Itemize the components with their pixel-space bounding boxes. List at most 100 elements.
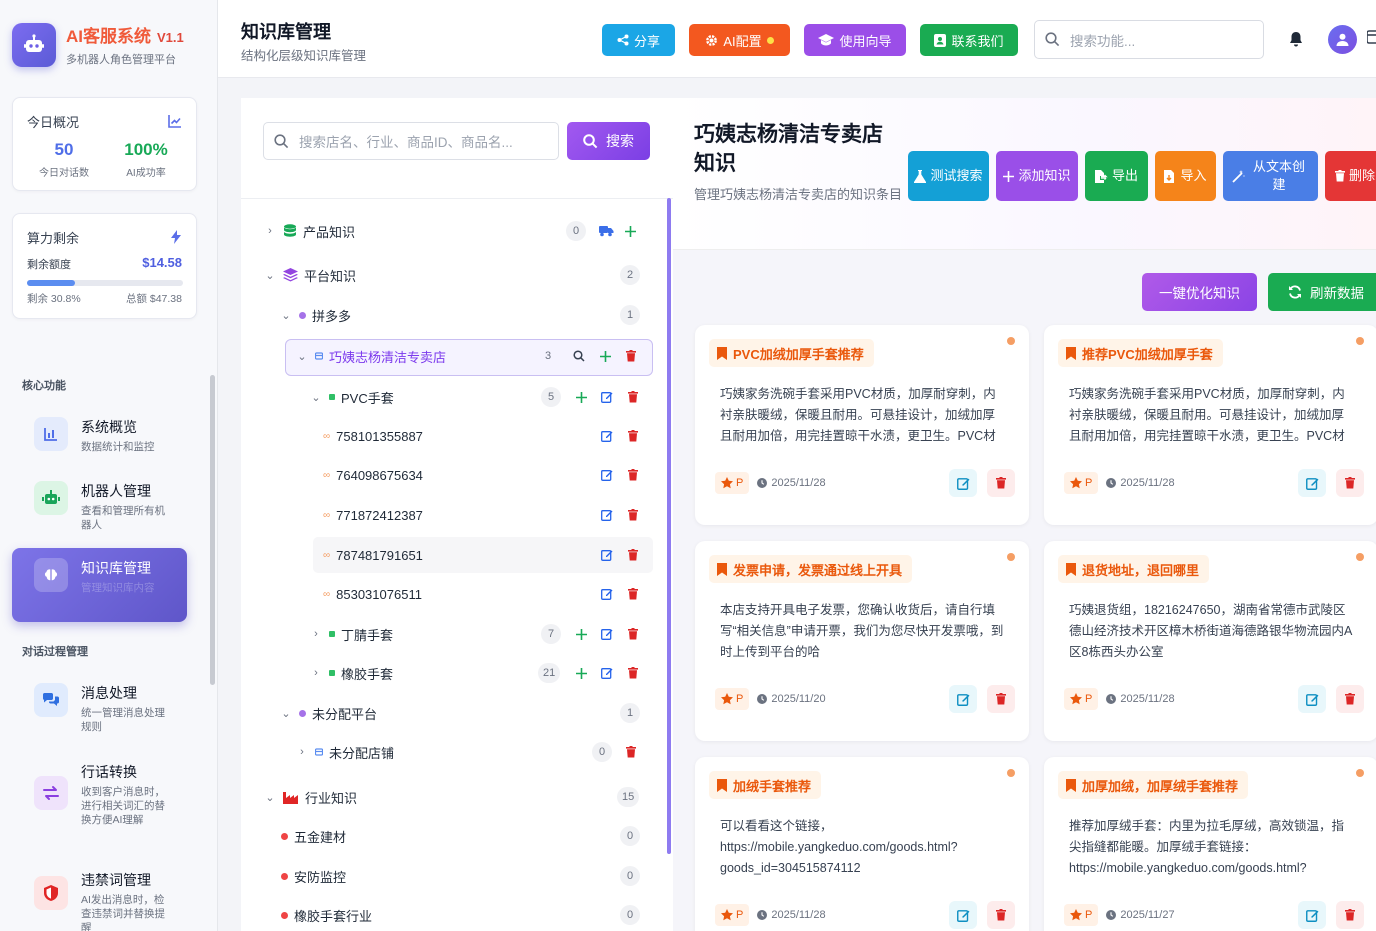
trash-icon[interactable] [625, 665, 641, 681]
user-avatar[interactable] [1328, 25, 1357, 54]
share-button[interactable]: 分享 [602, 24, 675, 56]
add-knowledge-button[interactable]: 添加知识 [996, 151, 1078, 201]
chart-bar-icon [34, 417, 68, 451]
trash-icon[interactable] [625, 428, 641, 444]
knowledge-body: 巧姨家务洗碗手套采用PVC材质，加厚耐穿刺，内衬亲肤暖绒，保暖且耐用。可悬挂设计… [1069, 387, 1345, 443]
edit-icon[interactable] [599, 547, 615, 563]
edit-icon[interactable] [599, 507, 615, 523]
truck-icon[interactable] [598, 223, 614, 239]
tree-node-label: 安防监控 [294, 869, 347, 885]
add-icon[interactable] [597, 348, 613, 364]
add-icon[interactable] [573, 389, 589, 405]
clock-icon [757, 694, 768, 704]
tree-node-product-id[interactable]: ∞ 853031076511 [323, 582, 653, 606]
nav-item-jargon[interactable]: 行话转换 收到客户消息时，进行相关词汇的替换方便AI理解 [12, 752, 187, 837]
tree-node-industry-item[interactable]: 橡胶手套行业 0 [281, 903, 653, 927]
trash-icon[interactable] [625, 389, 641, 405]
test-search-button[interactable]: 测试搜索 [908, 151, 989, 201]
delete-knowledge-button[interactable] [987, 469, 1015, 497]
trash-icon[interactable] [625, 547, 641, 563]
knowledge-title: 退货地址，退回哪里 [1082, 562, 1200, 578]
optimize-knowledge-button[interactable]: 一键优化知识 [1142, 273, 1257, 311]
knowledge-body: 本店支持开具电子发票，您确认收货后，请自行填写“相关信息”申请开票，我们为您尽快… [720, 603, 1004, 659]
tree-search-button[interactable]: 搜索 [567, 122, 650, 160]
status-dot [1007, 553, 1015, 561]
chart-line-icon [168, 114, 182, 128]
nav-item-knowledge[interactable]: 知识库管理 管理知识库内容 [12, 548, 187, 622]
tree-node-product-id[interactable]: ∞ 787481791651 [323, 543, 653, 567]
knowledge-card[interactable]: 加厚加绒，加厚绒手套推荐 推荐加厚绒手套：内里为拉毛厚绒，高效锁温，指尖指缝都能… [1044, 757, 1376, 931]
trash-icon[interactable] [625, 626, 641, 642]
tree-node-xiangjiao[interactable]: › 橡胶手套 21 [309, 661, 653, 685]
tree-scrollbar[interactable] [667, 198, 671, 854]
tree-search-input[interactable]: 搜索店名、行业、商品ID、商品名... [263, 122, 559, 160]
sidebar-scrollbar[interactable] [210, 375, 215, 685]
edit-knowledge-button[interactable] [949, 901, 977, 929]
guide-button[interactable]: 使用向导 [804, 24, 906, 56]
trash-icon[interactable] [625, 507, 641, 523]
ai-config-button[interactable]: AI配置 [689, 24, 790, 56]
export-button[interactable]: 导出 [1085, 151, 1148, 201]
tree-node-pvc[interactable]: ⌄ PVC手套 5 [309, 385, 653, 409]
delete-knowledge-button[interactable] [1336, 469, 1364, 497]
tree-node-platform[interactable]: ⌄ 平台知识 2 [263, 263, 653, 287]
edit-icon[interactable] [599, 665, 615, 681]
tree-node-unassigned-platform[interactable]: ⌄ 未分配平台 1 [279, 701, 653, 725]
trash-icon [996, 909, 1006, 921]
tree-node-industry-item[interactable]: 安防监控 0 [281, 864, 653, 888]
status-dot [1356, 553, 1364, 561]
add-icon[interactable] [573, 665, 589, 681]
edit-icon[interactable] [599, 626, 615, 642]
contact-button[interactable]: 联系我们 [920, 24, 1018, 56]
trash-icon[interactable] [625, 586, 641, 602]
trash-icon[interactable] [623, 744, 639, 760]
edit-knowledge-button[interactable] [1298, 469, 1326, 497]
delete-knowledge-button[interactable] [987, 685, 1015, 713]
edit-icon[interactable] [599, 467, 615, 483]
function-search-input[interactable]: 搜索功能... [1034, 20, 1264, 59]
tree-node-product-id[interactable]: ∞ 758101355887 [323, 424, 653, 448]
knowledge-card[interactable]: 退货地址，退回哪里 巧姨退货组，18216247650，湖南省常德市武陵区德山经… [1044, 541, 1376, 741]
nav-item-messages[interactable]: 消息处理 统一管理消息处理规则 [12, 673, 187, 744]
edit-knowledge-button[interactable] [1298, 685, 1326, 713]
tree-node-pinduoduo[interactable]: ⌄ 拼多多 1 [279, 303, 653, 327]
trash-icon[interactable] [623, 348, 639, 364]
bell-icon[interactable] [1289, 32, 1303, 47]
knowledge-title: 加厚加绒，加厚绒手套推荐 [1082, 778, 1239, 794]
tree-node-product-id[interactable]: ∞ 771872412387 [323, 503, 653, 527]
edit-knowledge-button[interactable] [949, 469, 977, 497]
tree-node-industry-item[interactable]: 五金建材 0 [281, 824, 653, 848]
delete-knowledge-button[interactable] [987, 901, 1015, 929]
nav-item-overview[interactable]: 系统概览 数据统计和监控 [12, 407, 187, 464]
add-icon[interactable] [573, 626, 589, 642]
edit-icon[interactable] [599, 428, 615, 444]
tree-node-product-id[interactable]: ∞ 764098675634 [323, 463, 653, 487]
nav-item-banned-words[interactable]: 违禁词管理 AI发出消息时，检查违禁词并替换提醒 [12, 860, 187, 931]
add-icon[interactable] [622, 223, 638, 239]
import-button[interactable]: 导入 [1155, 151, 1216, 201]
tree-node-store[interactable]: ⌄ 巧姨志杨清洁专卖店 3 [295, 344, 653, 368]
delete-knowledge-button[interactable] [1336, 901, 1364, 929]
edit-icon[interactable] [599, 389, 615, 405]
trash-icon[interactable] [625, 467, 641, 483]
edit-knowledge-button[interactable] [949, 685, 977, 713]
tree-node-industry[interactable]: ⌄ 行业知识 15 [263, 785, 653, 809]
create-from-text-button[interactable]: 从文本创建 [1223, 151, 1318, 201]
knowledge-card[interactable]: 发票申请，发票通过线上开具 本店支持开具电子发票，您确认收货后，请自行填写“相关… [695, 541, 1029, 741]
knowledge-tree-panel: 搜索店名、行业、商品ID、商品名... 搜索 › 产品知识 0 ⌄ 平台知识 2… [241, 98, 673, 931]
delete-knowledge-button[interactable] [1336, 685, 1364, 713]
tree-node-product[interactable]: › 产品知识 0 [263, 219, 653, 243]
knowledge-card[interactable]: PVC加绒加厚手套推荐 巧姨家务洗碗手套采用PVC材质，加厚耐穿刺，内衬亲肤暖绒… [695, 325, 1029, 525]
knowledge-card[interactable]: 加绒手套推荐 可以看看这个链接，https://mobile.yangkeduo… [695, 757, 1029, 931]
nav-item-robots[interactable]: 机器人管理 查看和管理所有机器人 [12, 471, 187, 542]
knowledge-card[interactable]: 推荐PVC加绒加厚手套 巧姨家务洗碗手套采用PVC材质，加厚耐穿刺，内衬亲肤暖绒… [1044, 325, 1376, 525]
overflow-menu-icon[interactable] [1367, 30, 1376, 48]
tree-node-unassigned-store[interactable]: › 未分配店铺 0 [295, 740, 653, 764]
delete-button[interactable]: 删除 [1325, 151, 1376, 201]
tree-node-dingjing[interactable]: › 丁腈手套 7 [309, 622, 653, 646]
edit-icon[interactable] [599, 586, 615, 602]
edit-knowledge-button[interactable] [1298, 901, 1326, 929]
search-icon[interactable] [571, 348, 587, 364]
refresh-icon [1289, 285, 1301, 299]
refresh-data-button[interactable]: 刷新数据 [1268, 273, 1376, 311]
